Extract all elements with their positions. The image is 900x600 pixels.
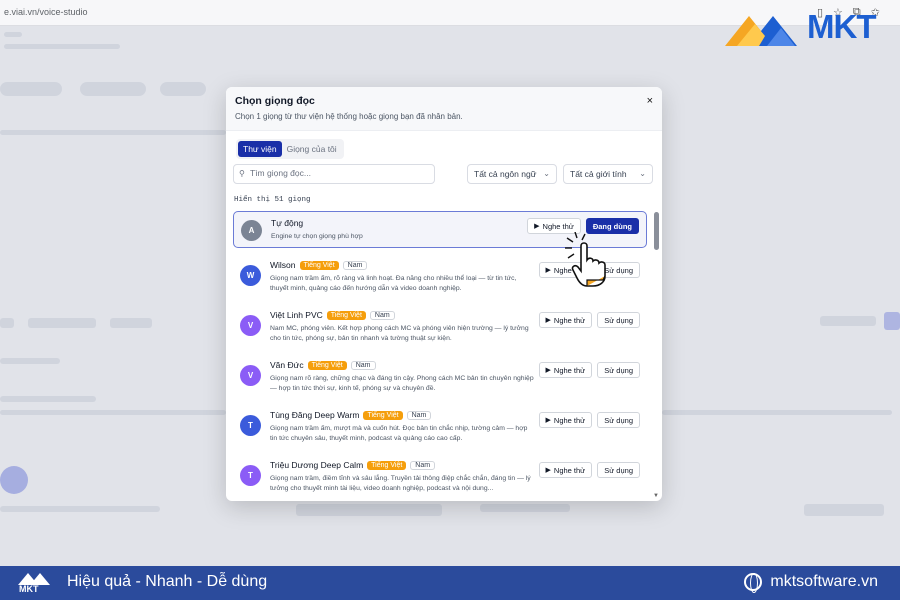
language-tag: Tiếng Việt [326,310,366,320]
preview-button[interactable]: ▶ Nghe thử [538,462,593,478]
voice-source-tabs: Thư viện Giọng của tôi [236,139,344,159]
close-icon[interactable]: × [647,95,653,107]
play-icon: ▶ [545,267,551,274]
voice-name-row: Wilson Tiếng Việt Nam [270,260,368,270]
voice-description: Engine tự chọn giọng phù hợp [271,233,363,240]
voice-description: Giọng nam trầm ấm, rõ ràng và linh hoạt.… [270,275,517,292]
preview-label: Nghe thử [553,315,586,325]
voice-name: Triệu Dương Deep Calm [270,460,364,470]
preview-label: Nghe thử [553,465,586,475]
use-button[interactable]: Sử dụng [597,412,640,428]
avatar: A [241,220,262,241]
voice-name: Tùng Đăng Deep Warm [270,410,360,420]
logo-text: MKT [807,8,876,45]
voice-name-row: Triệu Dương Deep Calm Tiếng Việt Nam [270,460,436,470]
voice-count: Hiển thị 51 giọng [234,196,311,204]
voice-name: Tự động [271,218,304,228]
chevron-down-icon: ⌄ [543,169,550,178]
play-icon: ▶ [545,317,551,324]
tab-library[interactable]: Thư viện [238,141,282,157]
use-button[interactable]: Sử dụng [597,462,640,478]
gender-tag: Nam [406,410,432,420]
preview-button[interactable]: ▶ Nghe thử [538,362,593,378]
play-icon: ▶ [545,367,551,374]
voice-name: Văn Đức [270,360,304,370]
voice-description: Giọng nam rõ ràng, chững chạc và đáng ti… [270,375,534,392]
mkt-logo: MKT [723,8,888,50]
voice-name: Wilson [270,260,296,270]
footer-slogan: Hiệu quả - Nhanh - Dễ dùng [67,573,268,590]
gender-tag: Nam [350,360,376,370]
scroll-thumb[interactable] [654,212,659,250]
voice-name-row: Việt Linh PVC Tiếng Việt Nam [270,310,395,320]
mkt-mountain-icon [725,16,797,46]
gender-select-value: Tất cả giới tính [570,169,627,179]
voice-item-trieu-duong[interactable]: T Triệu Dương Deep Calm Tiếng Việt Nam G… [233,456,647,501]
voice-item-van-duc[interactable]: V Văn Đức Tiếng Việt Nam Giọng nam rõ rà… [233,356,647,406]
voice-picker-dialog: Chọn giọng đọc Chọn 1 giọng từ thư viện … [226,87,662,501]
footer-logo-text: MKT [19,584,39,594]
gender-select[interactable]: Tất cả giới tính ⌄ [563,164,653,184]
voice-list-scrollbar[interactable]: ▼ [653,212,659,499]
dialog-header: Chọn giọng đọc Chọn 1 giọng từ thư viện … [226,87,662,131]
dialog-subtitle: Chọn 1 giọng từ thư viện hệ thống hoặc g… [235,112,463,121]
voice-search-input[interactable] [250,168,430,178]
dialog-title: Chọn giọng đọc [235,95,315,107]
preview-label: Nghe thử [553,415,586,425]
website-text: mktsoftware.vn [770,573,878,590]
promo-footer: MKT Hiệu quả - Nhanh - Dễ dùng mktsoftwa… [0,566,900,600]
preview-button[interactable]: ▶ Nghe thử [538,412,593,428]
voice-name-row: Văn Đức Tiếng Việt Nam [270,360,376,370]
avatar: T [240,415,261,436]
voice-name-row: Tự động [271,218,303,228]
use-button[interactable]: Sử dụng [597,362,640,378]
voice-name: Việt Linh PVC [270,310,323,320]
language-tag: Tiếng Việt [367,460,407,470]
gender-tag: Nam [410,460,436,470]
language-tag: Tiếng Việt [363,410,403,420]
play-icon: ▶ [545,467,551,474]
play-icon: ▶ [545,417,551,424]
tab-my-voices[interactable]: Giọng của tôi [282,141,342,157]
avatar: V [240,315,261,336]
language-select[interactable]: Tất cả ngôn ngữ ⌄ [467,164,557,184]
preview-button[interactable]: ▶ Nghe thử [538,312,593,328]
footer-website[interactable]: mktsoftware.vn [744,573,878,593]
preview-label: Nghe thử [542,221,574,231]
voice-description: Giọng nam trầm ấm, mượt mà và cuốn hút. … [270,425,528,442]
gender-tag: Nam [369,310,395,320]
voice-item-viet-linh[interactable]: V Việt Linh PVC Tiếng Việt Nam Nam MC, p… [233,306,647,356]
voice-name-row: Tùng Đăng Deep Warm Tiếng Việt Nam [270,410,432,420]
language-select-value: Tất cả ngôn ngữ [474,169,537,179]
voice-description: Giọng nam trầm, điềm tĩnh và sâu lắng. T… [270,475,531,492]
preview-label: Nghe thử [553,365,586,375]
search-icon: ⚲ [239,169,245,178]
pointer-hand-icon [565,232,606,287]
language-tag: Tiếng Việt [307,360,347,370]
voice-item-tung-dang[interactable]: T Tùng Đăng Deep Warm Tiếng Việt Nam Giọ… [233,406,647,456]
voice-actions: ▶ Nghe thử Sử dụng [538,462,640,478]
chevron-down-icon: ⌄ [639,169,646,178]
voice-actions: ▶ Nghe thử Sử dụng [538,412,640,428]
voice-actions: ▶ Nghe thử Sử dụng [538,312,640,328]
avatar: T [240,465,261,486]
url-text[interactable]: e.viai.vn/voice-studio [4,7,88,17]
voice-description: Nam MC, phóng viên. Kết hợp phong cách M… [270,325,529,342]
scroll-down-icon[interactable]: ▼ [653,493,659,499]
voice-actions: ▶ Nghe thử Sử dụng [538,362,640,378]
play-icon: ▶ [534,223,540,230]
use-button[interactable]: Sử dụng [597,312,640,328]
gender-tag: Nam [342,260,368,270]
avatar: V [240,365,261,386]
globe-icon [744,573,763,593]
language-tag: Tiếng Việt [299,260,339,270]
filter-bar: ⚲ Tất cả ngôn ngữ ⌄ Tất cả giới tính ⌄ [233,164,655,184]
avatar: W [240,265,261,286]
search-box: ⚲ [233,164,435,184]
